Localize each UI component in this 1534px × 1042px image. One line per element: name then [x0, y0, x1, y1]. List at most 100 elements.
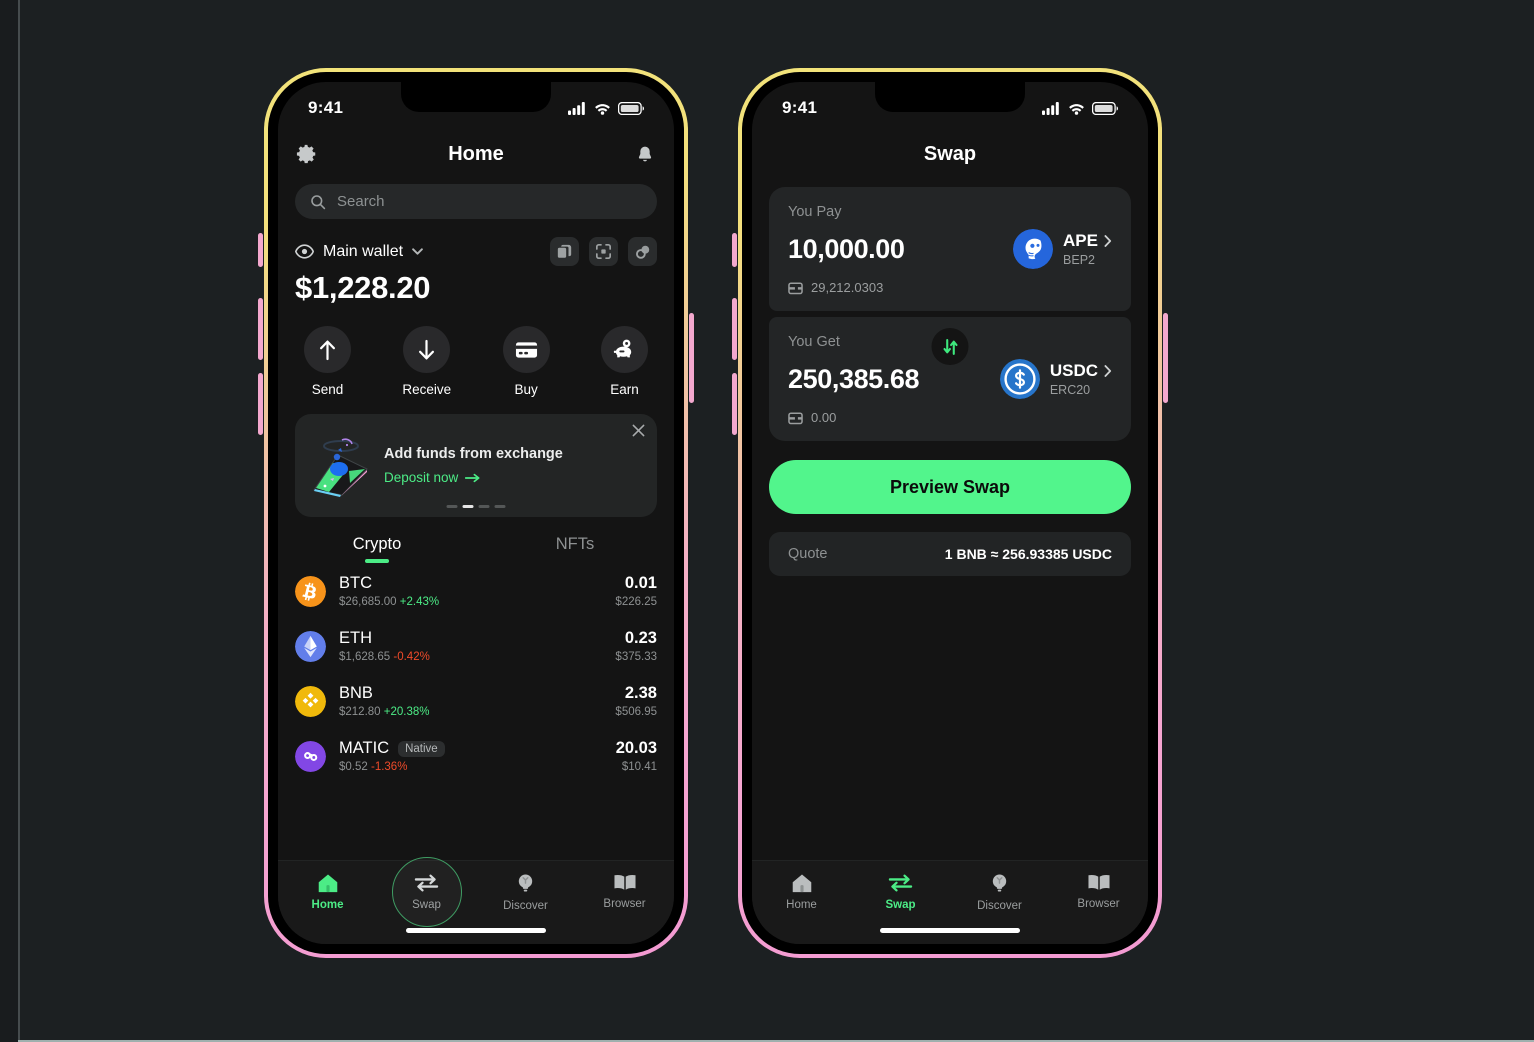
usdc-icon: [999, 359, 1040, 399]
you-pay-label: You Pay: [788, 204, 842, 220]
nav-item-discover[interactable]: Discover: [950, 873, 1049, 912]
chevron-right-icon: [1104, 235, 1112, 247]
nav-item-home[interactable]: Home: [278, 873, 377, 911]
asset-price-line: $0.52 -1.36%: [339, 761, 616, 773]
asset-tabs: Crypto NFTs: [278, 535, 674, 563]
you-get-amount-input[interactable]: 250,385.68: [788, 364, 920, 395]
receive-button-circle: [403, 326, 451, 373]
nav-home-label: Home: [311, 899, 344, 911]
search-input[interactable]: [337, 193, 642, 210]
credit-card-icon: [515, 341, 537, 358]
wifi-icon: [595, 103, 610, 115]
app-header: Swap: [752, 128, 1148, 180]
table-row[interactable]: ETH $1,628.65 -0.42% 0.23 $375.33: [295, 618, 657, 673]
nav-discover-label: Discover: [977, 900, 1022, 912]
you-pay-row: 10,000.00 APE BEP2: [788, 229, 1112, 269]
asset-change: -1.36%: [370, 761, 408, 773]
nav-item-swap[interactable]: Swap: [377, 857, 476, 927]
nav-item-home[interactable]: Home: [752, 873, 851, 911]
buy-label: Buy: [514, 382, 538, 397]
phone-mute-button[interactable]: [258, 233, 263, 267]
wallet-icon: [788, 411, 803, 424]
quote-value: 1 BNB ≈ 256.93385 USDC: [944, 546, 1112, 562]
wallet-icon: [788, 281, 803, 294]
home-indicator[interactable]: [880, 928, 1020, 933]
screenshot-canvas: 9:41 Home Search Main wallet $1,228.20 S…: [0, 0, 1534, 1042]
phone-volume-up-button[interactable]: [258, 298, 263, 360]
status-indicators: [568, 101, 644, 115]
you-get-token-selector[interactable]: USDC ERC20: [999, 359, 1112, 399]
tab-nfts[interactable]: NFTs: [476, 535, 674, 563]
lightbulb-icon: [992, 874, 1007, 892]
asset-name-line: MATIC Native: [339, 739, 616, 758]
swap-icon: [414, 874, 439, 892]
banner-dot[interactable]: [446, 505, 458, 508]
banner-dot[interactable]: [478, 505, 490, 508]
quick-actions: Send Receive Buy Earn: [278, 306, 674, 397]
asset-value: $506.95: [615, 706, 657, 718]
battery-icon: [1092, 101, 1118, 115]
phone-volume-down-button[interactable]: [258, 373, 263, 435]
status-time: 9:41: [308, 98, 344, 117]
scan-qr-button[interactable]: [589, 237, 618, 266]
cellular-signal-icon: [1042, 101, 1059, 115]
phone-volume-up-button[interactable]: [732, 298, 737, 360]
vertical-divider: [18, 0, 20, 1042]
nav-item-swap[interactable]: Swap: [851, 873, 950, 911]
piggy-bank-icon: [613, 339, 632, 357]
deposit-now-label: Deposit now: [384, 470, 459, 485]
battery-icon: [618, 101, 644, 115]
asset-symbol: MATIC: [339, 739, 390, 757]
earn-label: Earn: [610, 382, 639, 397]
banner-dot-active[interactable]: [462, 505, 474, 508]
copy-address-button[interactable]: [550, 237, 579, 266]
preview-swap-button[interactable]: Preview Swap: [769, 460, 1131, 514]
book-icon: [1087, 874, 1110, 890]
nav-item-discover[interactable]: Discover: [476, 873, 575, 912]
phone-power-button[interactable]: [689, 313, 694, 403]
tab-nfts-label: NFTs: [555, 535, 595, 553]
receive-button[interactable]: Receive: [402, 326, 451, 397]
banner-pagination-dots: [446, 505, 506, 508]
asset-value: $10.41: [621, 761, 657, 773]
send-button[interactable]: Send: [304, 326, 351, 397]
banner-dot[interactable]: [494, 505, 506, 508]
tab-crypto[interactable]: Crypto: [278, 535, 476, 563]
token-symbol-line: APE: [1063, 231, 1112, 251]
phone-mute-button[interactable]: [732, 233, 737, 267]
you-pay-amount-input[interactable]: 10,000.00: [788, 234, 905, 265]
home-indicator[interactable]: [406, 928, 546, 933]
earn-button[interactable]: Earn: [601, 326, 648, 397]
table-row[interactable]: MATIC Native $0.52 -1.36% 20.03 $10.41: [295, 728, 657, 783]
nav-discover-label: Discover: [503, 900, 548, 912]
banner-close-button[interactable]: [632, 424, 645, 442]
settings-button[interactable]: [292, 143, 322, 165]
cellular-signal-icon: [568, 101, 585, 115]
you-pay-token-selector[interactable]: APE BEP2: [1013, 229, 1112, 269]
search-bar[interactable]: [295, 184, 657, 219]
swap-icon: [888, 874, 913, 892]
connections-button[interactable]: [628, 237, 657, 266]
table-row[interactable]: BNB $212.80 +20.38% 2.38 $506.95: [295, 673, 657, 728]
swap-direction-button[interactable]: [931, 328, 969, 365]
gear-icon: [296, 144, 316, 164]
wallet-selector-row: Main wallet: [278, 219, 674, 266]
table-row[interactable]: BTC $26,685.00 +2.43% 0.01 $226.25: [295, 563, 657, 618]
phone-power-button[interactable]: [1163, 313, 1168, 403]
token-symbol-line: USDC: [1050, 361, 1112, 381]
buy-button[interactable]: Buy: [502, 326, 550, 397]
you-pay-card: You Pay 10,000.00 APE BEP2 29,212.0303: [769, 187, 1131, 311]
status-time: 9:41: [782, 98, 818, 117]
phone-volume-down-button[interactable]: [732, 373, 737, 435]
nav-item-browser[interactable]: Browser: [1049, 873, 1148, 910]
notifications-button[interactable]: [630, 144, 660, 165]
deposit-now-link[interactable]: Deposit now: [384, 470, 563, 485]
you-pay-token-symbol: APE: [1063, 231, 1098, 250]
asset-change: -0.42%: [393, 651, 430, 663]
wallet-selector[interactable]: Main wallet: [295, 243, 423, 261]
nav-item-browser[interactable]: Browser: [575, 873, 674, 910]
ape-icon: [1013, 229, 1054, 269]
banner-text: Add funds from exchange Deposit now: [384, 446, 563, 485]
buy-button-circle: [502, 326, 550, 373]
promo-banner[interactable]: Add funds from exchange Deposit now: [295, 414, 657, 517]
